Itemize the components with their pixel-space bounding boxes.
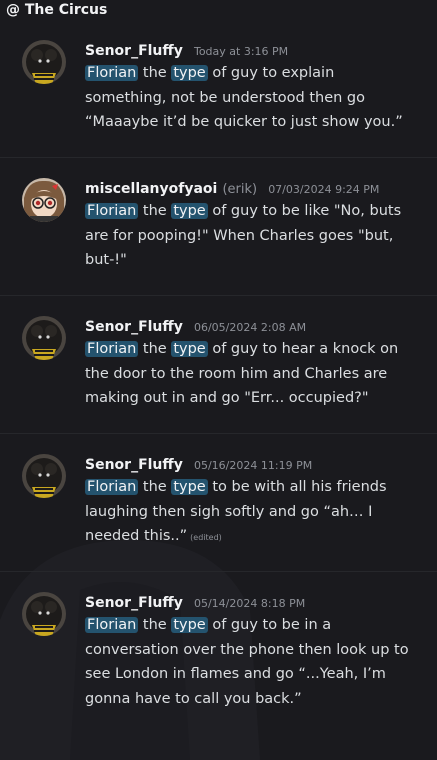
- message-text: Florian the type of guy to explain somet…: [85, 65, 403, 130]
- avatar[interactable]: [22, 454, 66, 498]
- avatar[interactable]: [22, 316, 66, 360]
- username[interactable]: Senor_Fluffy: [85, 457, 183, 473]
- message-item[interactable]: Senor_Fluffy 06/05/2024 2:08 AM Florian …: [0, 316, 437, 416]
- search-highlight: type: [171, 341, 208, 357]
- channel-header: @ The Circus: [0, 0, 437, 22]
- message-header: Senor_Fluffy 06/05/2024 2:08 AM: [85, 316, 306, 336]
- channel-title: @ The Circus: [6, 2, 108, 18]
- avatar[interactable]: [22, 592, 66, 636]
- username[interactable]: miscellanyofyaoi: [85, 181, 217, 197]
- timestamp[interactable]: 07/03/2024 9:24 PM: [268, 183, 379, 196]
- user-pronoun: (erik): [222, 182, 258, 197]
- avatar[interactable]: [22, 178, 66, 222]
- message-divider: [0, 295, 437, 296]
- timestamp[interactable]: Today at 3:16 PM: [194, 45, 288, 58]
- username[interactable]: Senor_Fluffy: [85, 319, 183, 335]
- timestamp[interactable]: 05/14/2024 8:18 PM: [194, 597, 305, 610]
- message-divider: [0, 571, 437, 572]
- search-highlight: Florian: [85, 203, 139, 219]
- avatar-dog-icon: [22, 40, 66, 84]
- avatar-dog-icon: [22, 454, 66, 498]
- message-header: Senor_Fluffy Today at 3:16 PM: [85, 40, 288, 60]
- search-highlight: Florian: [85, 341, 139, 357]
- search-highlight: Florian: [85, 617, 139, 633]
- message-header: miscellanyofyaoi (erik) 07/03/2024 9:24 …: [85, 178, 379, 198]
- message-text: Florian the type of guy to be in a conve…: [85, 617, 409, 707]
- timestamp[interactable]: 06/05/2024 2:08 AM: [194, 321, 306, 334]
- avatar-dog-icon: [22, 316, 66, 360]
- message-item[interactable]: Senor_Fluffy Today at 3:16 PM Florian th…: [0, 40, 437, 140]
- search-highlight: type: [171, 65, 208, 81]
- message-divider: [0, 433, 437, 434]
- message-item[interactable]: Senor_Fluffy 05/16/2024 11:19 PM Florian…: [0, 454, 437, 554]
- message-text: Florian the type of guy to hear a knock …: [85, 341, 399, 406]
- avatar-dog-icon: [22, 592, 66, 636]
- edited-label: (edited): [190, 533, 222, 542]
- search-highlight: type: [171, 479, 208, 495]
- search-highlight: type: [171, 203, 208, 219]
- search-highlight: type: [171, 617, 208, 633]
- avatar-anime-icon: [22, 178, 66, 222]
- message-divider: [0, 157, 437, 158]
- message-item[interactable]: Senor_Fluffy 05/14/2024 8:18 PM Florian …: [0, 592, 437, 712]
- search-highlight: Florian: [85, 65, 139, 81]
- username[interactable]: Senor_Fluffy: [85, 595, 183, 611]
- message-text: Florian the type to be with all his frie…: [85, 479, 387, 544]
- avatar[interactable]: [22, 40, 66, 84]
- message-header: Senor_Fluffy 05/14/2024 8:18 PM: [85, 592, 305, 612]
- timestamp[interactable]: 05/16/2024 11:19 PM: [194, 459, 312, 472]
- message-item[interactable]: miscellanyofyaoi (erik) 07/03/2024 9:24 …: [0, 178, 437, 278]
- message-header: Senor_Fluffy 05/16/2024 11:19 PM: [85, 454, 312, 474]
- username[interactable]: Senor_Fluffy: [85, 43, 183, 59]
- message-text: Florian the type of guy to be like "No, …: [85, 203, 402, 268]
- search-highlight: Florian: [85, 479, 139, 495]
